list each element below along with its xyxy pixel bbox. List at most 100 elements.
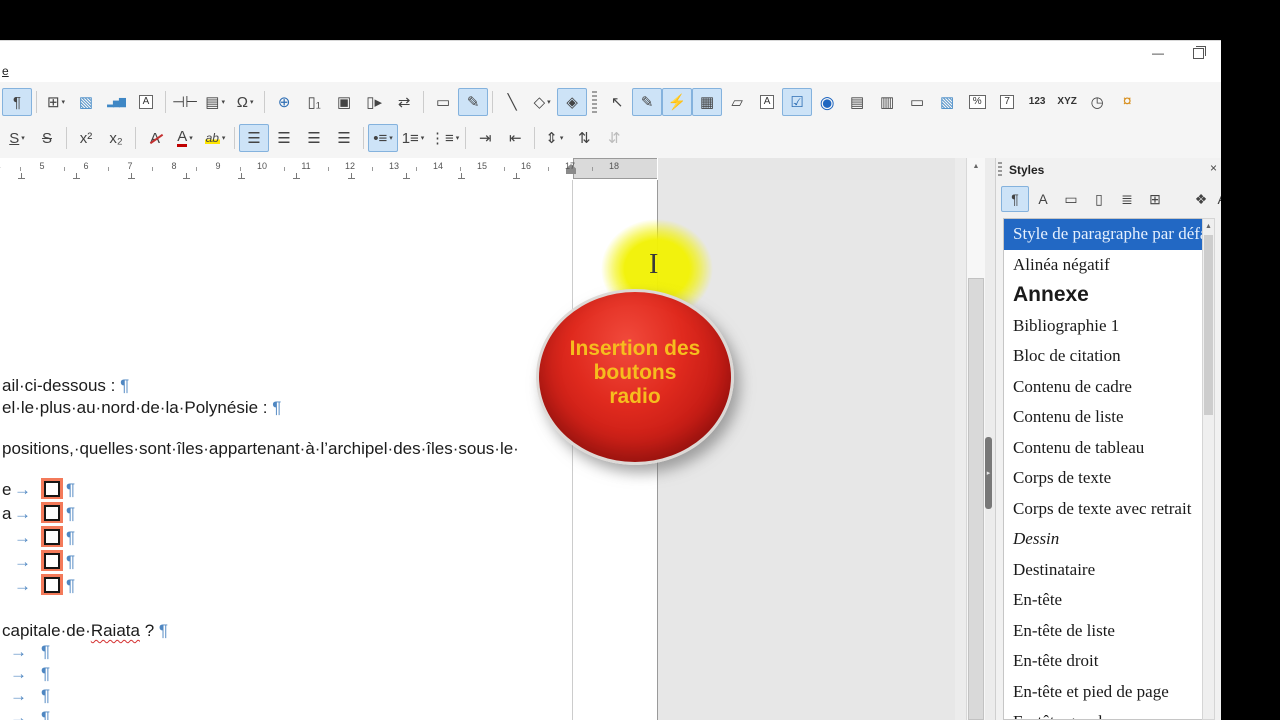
scroll-up-arrow-icon[interactable]: ▲ <box>967 158 985 174</box>
style-list-item[interactable]: Bloc de citation <box>1004 341 1202 372</box>
menu-item-fragment[interactable]: e <box>2 64 9 78</box>
table-styles-button[interactable]: ⊞ <box>1141 186 1169 212</box>
text-box-control-button[interactable]: A <box>752 88 782 116</box>
underline-button[interactable]: S▾ <box>2 124 32 152</box>
font-color-button[interactable]: A▾ <box>170 124 200 152</box>
insert-text-box-button[interactable]: A <box>131 88 161 116</box>
formatting-marks-button[interactable]: ¶ <box>2 88 32 116</box>
increase-indent-button[interactable]: ⇥ <box>470 124 500 152</box>
control-wizards-button[interactable]: ⚡ <box>662 88 692 116</box>
dropdown-arrow-icon[interactable]: ▾ <box>456 134 460 142</box>
dropdown-arrow-icon[interactable]: ▾ <box>62 98 66 106</box>
align-left-button[interactable]: ☰ <box>239 124 269 152</box>
fill-format-mode-button[interactable]: ❖ <box>1187 186 1215 212</box>
minimize-button[interactable]: — <box>1143 45 1173 61</box>
insert-cross-reference-button[interactable]: ⇄ <box>389 88 419 116</box>
checkbox-line[interactable]: →¶ <box>2 574 75 596</box>
form-design-button[interactable]: ▦ <box>692 88 722 116</box>
sidebar-grip[interactable] <box>998 162 1002 178</box>
style-list-item[interactable]: Corps de texte <box>1004 463 1202 494</box>
style-list-item[interactable]: En-tête et pied de page <box>1004 677 1202 708</box>
highlight-color-button[interactable]: ab▾ <box>200 124 230 152</box>
insert-line-button[interactable]: ╲ <box>497 88 527 116</box>
sidebar-splitter-handle[interactable]: ▸ <box>985 437 992 509</box>
dropdown-arrow-icon[interactable]: ▾ <box>547 98 551 106</box>
checkbox-line[interactable]: →¶ <box>2 550 75 572</box>
line-spacing-button[interactable]: ⇕▾ <box>539 124 569 152</box>
checkbox-anchor-highlight[interactable] <box>41 526 63 547</box>
sidebar-close-icon[interactable]: × <box>1210 161 1217 175</box>
toolbar-grip[interactable] <box>592 91 597 113</box>
styles-list-scrollbar[interactable]: ▲ <box>1202 218 1215 720</box>
bullet-list-button[interactable]: •≡▾ <box>368 124 398 152</box>
checkbox-line[interactable]: e→¶ <box>2 478 75 500</box>
track-changes-button[interactable]: ✎ <box>458 88 488 116</box>
clear-formatting-button[interactable]: A <box>140 124 170 152</box>
insert-bookmark-button[interactable]: ▯▸ <box>359 88 389 116</box>
formatted-field-button[interactable]: % <box>962 88 992 116</box>
dropdown-arrow-icon[interactable]: ▾ <box>189 134 193 142</box>
subscript-button[interactable]: x₂ <box>101 124 131 152</box>
style-list-item[interactable]: Corps de texte avec retrait <box>1004 494 1202 525</box>
numbered-list-button[interactable]: 1≡▾ <box>398 124 428 152</box>
insert-hyperlink-button[interactable]: ⊕ <box>269 88 299 116</box>
insert-page-break-button[interactable]: ⊣⊢ <box>170 88 200 116</box>
push-button-control-button[interactable]: ▭ <box>902 88 932 116</box>
insert-table-button[interactable]: ⊞▾ <box>41 88 71 116</box>
paragraph-styles-button[interactable]: ¶ <box>1001 186 1029 212</box>
style-list-item[interactable]: Destinataire <box>1004 555 1202 586</box>
superscript-button[interactable]: x² <box>71 124 101 152</box>
currency-field-button[interactable]: ¤ <box>1112 88 1142 116</box>
combo-box-control-button[interactable]: ▥ <box>872 88 902 116</box>
checkbox-anchor-highlight[interactable] <box>41 550 63 571</box>
frame-styles-button[interactable]: ▭ <box>1057 186 1085 212</box>
insert-chart-button[interactable]: ▂▅▇ <box>101 88 131 116</box>
character-styles-button[interactable]: A <box>1029 186 1057 212</box>
styles-list[interactable]: Style de paragraphe par défautAlinéa nég… <box>1003 218 1203 720</box>
style-list-item[interactable]: Dessin <box>1004 524 1202 555</box>
style-list-item[interactable]: Contenu de liste <box>1004 402 1202 433</box>
checkbox-control[interactable] <box>44 529 60 545</box>
dropdown-arrow-icon[interactable]: ▾ <box>250 98 254 106</box>
numerical-field-button[interactable]: 123 <box>1022 88 1052 116</box>
horizontal-ruler[interactable]: 456789101112131415161718 <box>0 158 658 181</box>
dropdown-arrow-icon[interactable]: ▾ <box>21 134 25 142</box>
checkbox-anchor-highlight[interactable] <box>41 478 63 499</box>
page-styles-button[interactable]: ▯ <box>1085 186 1113 212</box>
style-list-item[interactable]: Bibliographie 1 <box>1004 311 1202 342</box>
style-list-item[interactable]: En-tête <box>1004 585 1202 616</box>
dropdown-arrow-icon[interactable]: ▾ <box>389 134 393 142</box>
dropdown-arrow-icon[interactable]: ▾ <box>560 134 564 142</box>
check-box-control-button[interactable]: ☑ <box>782 88 812 116</box>
design-mode-button[interactable]: ✎ <box>632 88 662 116</box>
pattern-field-button[interactable]: XYZ <box>1052 88 1082 116</box>
sort-button[interactable]: ⇵ <box>599 124 629 152</box>
label-field-button[interactable]: ▱ <box>722 88 752 116</box>
checkbox-control[interactable] <box>44 505 60 521</box>
style-list-item[interactable]: Alinéa négatif <box>1004 250 1202 281</box>
checkbox-anchor-highlight[interactable] <box>41 502 63 523</box>
scrollbar-thumb[interactable] <box>968 278 984 720</box>
checkbox-line[interactable]: →¶ <box>2 526 75 548</box>
insert-field-button[interactable]: ▤▾ <box>200 88 230 116</box>
style-list-item[interactable]: Contenu de tableau <box>1004 433 1202 464</box>
document-page[interactable]: ail·ci-dessous : ¶el·le·plus·au·nord·de·… <box>0 180 658 720</box>
style-list-item[interactable]: Style de paragraphe par défaut <box>1004 219 1202 250</box>
date-field-button[interactable]: 7 <box>992 88 1022 116</box>
insert-endnote-button[interactable]: ▣ <box>329 88 359 116</box>
document-vertical-scrollbar[interactable]: ▲ <box>966 158 985 720</box>
scrollbar-thumb[interactable] <box>1204 235 1213 415</box>
scroll-up-arrow-icon[interactable]: ▲ <box>1203 219 1214 233</box>
checkbox-anchor-highlight[interactable] <box>41 574 63 595</box>
option-button-control-button[interactable]: ◉ <box>812 88 842 116</box>
style-list-item[interactable]: En-tête de liste <box>1004 616 1202 647</box>
select-tool-button[interactable]: ↖ <box>602 88 632 116</box>
insert-footnote-button[interactable]: ▯₁ <box>299 88 329 116</box>
freeform-shape-button[interactable]: ◈ <box>557 88 587 116</box>
image-button-control-button[interactable]: ▧ <box>932 88 962 116</box>
style-list-item[interactable]: En-tête gauche <box>1004 707 1202 720</box>
checkbox-control[interactable] <box>44 553 60 569</box>
list-styles-button[interactable]: ≣ <box>1113 186 1141 212</box>
insert-comment-button[interactable]: ▭ <box>428 88 458 116</box>
dropdown-arrow-icon[interactable]: ▾ <box>221 98 225 106</box>
